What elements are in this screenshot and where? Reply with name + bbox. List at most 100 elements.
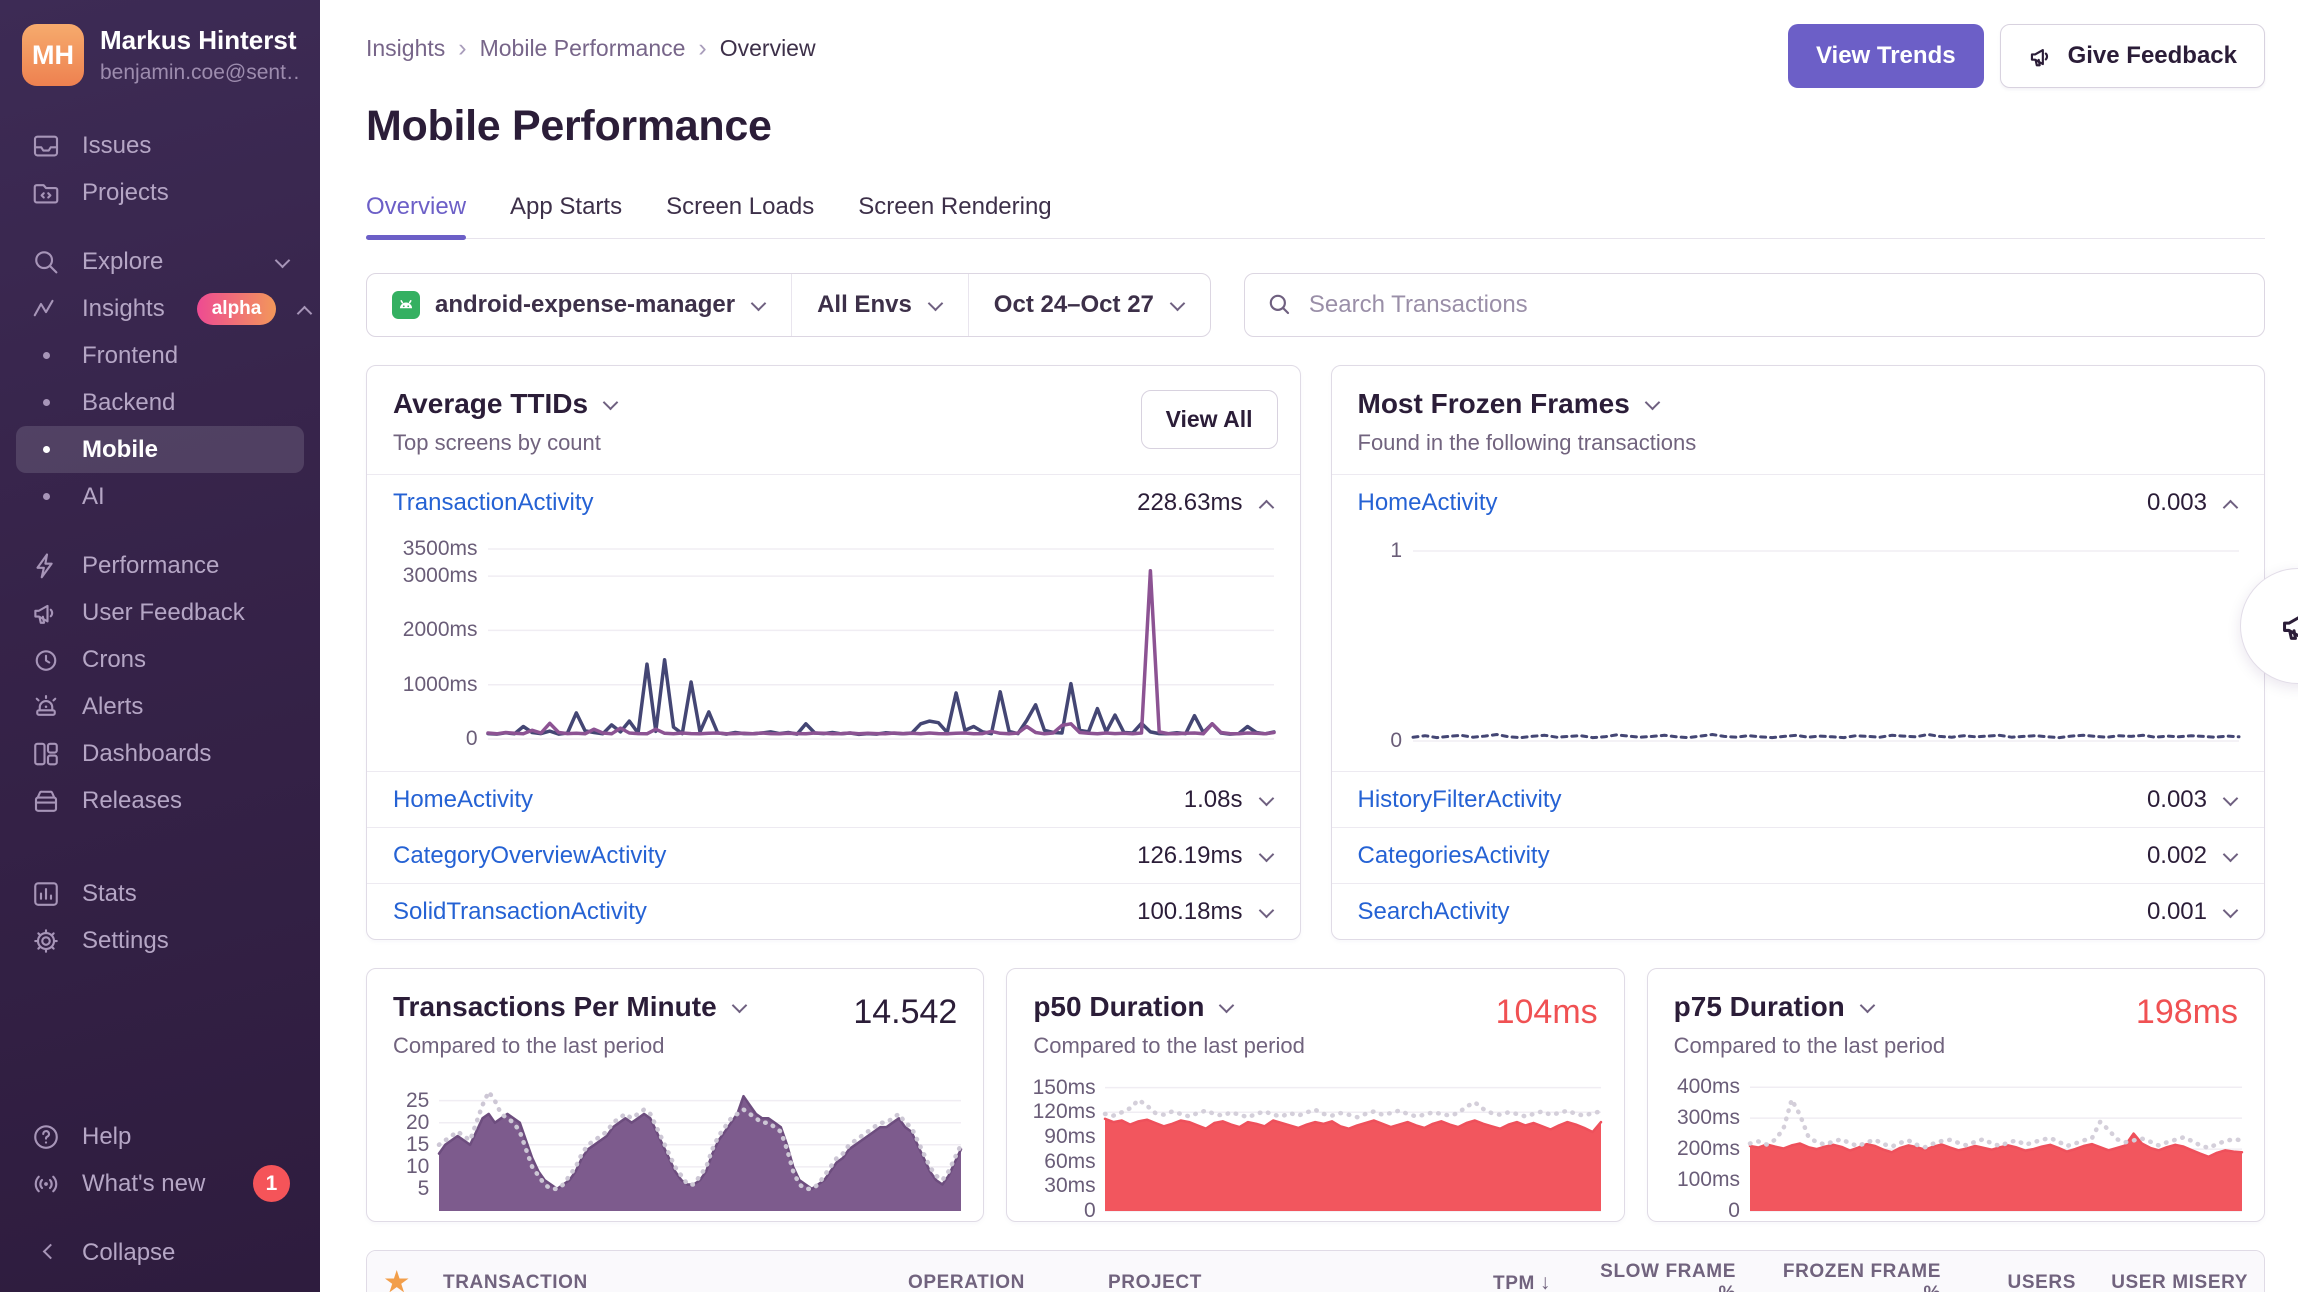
- col-transaction[interactable]: TRANSACTION: [427, 1272, 892, 1292]
- p50-title[interactable]: p50 Duration: [1033, 991, 1305, 1023]
- expand-row-icon[interactable]: [2222, 848, 2238, 864]
- chevron-down-icon: [731, 999, 747, 1015]
- dashboard-icon: [30, 738, 62, 770]
- sidebar-item-user-feedback[interactable]: User Feedback: [16, 589, 304, 636]
- lightning-icon: [30, 550, 62, 582]
- sidebar-item-label: Settings: [82, 927, 169, 955]
- date-range-selector[interactable]: Oct 24–Oct 27: [968, 274, 1210, 336]
- sidebar-item-performance[interactable]: Performance: [16, 542, 304, 589]
- header-actions: View Trends Give Feedback: [1788, 24, 2265, 88]
- tpm-title[interactable]: Transactions Per Minute: [393, 991, 747, 1023]
- sidebar-item-label: Dashboards: [82, 740, 211, 768]
- transaction-row: HomeActivity 1.08s: [367, 771, 1300, 827]
- chevron-down-icon: [750, 297, 766, 313]
- sidebar-item-dashboards[interactable]: Dashboards: [16, 730, 304, 777]
- sidebar-item-frontend[interactable]: Frontend: [16, 332, 304, 379]
- view-trends-button[interactable]: View Trends: [1788, 24, 1984, 88]
- transactions-table: ★ TRANSACTION OPERATION PROJECT TPM↓ SLO…: [366, 1250, 2265, 1292]
- sidebar-item-mobile[interactable]: Mobile: [16, 426, 304, 473]
- star-icon[interactable]: ★: [367, 1267, 427, 1292]
- breadcrumb-mobile-performance[interactable]: Mobile Performance: [480, 35, 686, 62]
- alpha-badge: alpha: [197, 293, 277, 325]
- sidebar-item-label: Mobile: [82, 436, 158, 464]
- sort-desc-icon: ↓: [1540, 1271, 1551, 1292]
- transaction-link[interactable]: TransactionActivity: [393, 489, 594, 517]
- transaction-link[interactable]: SearchActivity: [1358, 898, 1510, 926]
- sidebar-item-settings[interactable]: Settings: [16, 917, 304, 964]
- tab-screen-rendering[interactable]: Screen Rendering: [858, 193, 1051, 238]
- col-slow-frame[interactable]: SLOW FRAME %: [1567, 1261, 1752, 1292]
- col-user-misery[interactable]: USER MISERY: [2092, 1272, 2264, 1292]
- sidebar-item-help[interactable]: Help: [16, 1113, 304, 1160]
- expand-row-icon[interactable]: [2222, 792, 2238, 808]
- tab-overview[interactable]: Overview: [366, 193, 466, 238]
- broadcast-icon: [30, 1168, 62, 1200]
- user-name: Markus Hinterst…: [100, 25, 298, 56]
- col-tpm[interactable]: TPM↓: [1402, 1271, 1567, 1292]
- bullet-icon: [30, 387, 62, 419]
- transaction-link[interactable]: CategoriesActivity: [1358, 842, 1550, 870]
- search-icon: [30, 246, 62, 278]
- transaction-link[interactable]: HomeActivity: [1358, 489, 1498, 517]
- tpm-value: 14.542: [853, 993, 957, 1032]
- sidebar-item-label: Issues: [82, 132, 151, 160]
- sidebar-item-label: Crons: [82, 646, 146, 674]
- sidebar-item-stats[interactable]: Stats: [16, 870, 304, 917]
- sidebar-item-label: Projects: [82, 179, 169, 207]
- app-window: MH Markus Hinterst… benjamin.coe@sent… I…: [0, 0, 2298, 1292]
- tab-screen-loads[interactable]: Screen Loads: [666, 193, 814, 238]
- p75-title[interactable]: p75 Duration: [1674, 991, 1946, 1023]
- sidebar-nav: Issues Projects Explore Insights alpha F…: [16, 122, 304, 1276]
- projects-icon: [30, 177, 62, 209]
- user-menu[interactable]: MH Markus Hinterst… benjamin.coe@sent…: [16, 22, 304, 92]
- sidebar-item-ai[interactable]: AI: [16, 473, 304, 520]
- environment-selector[interactable]: All Envs: [791, 274, 968, 336]
- sidebar-item-backend[interactable]: Backend: [16, 379, 304, 426]
- col-project[interactable]: PROJECT: [1092, 1272, 1402, 1292]
- give-feedback-button[interactable]: Give Feedback: [2000, 24, 2265, 88]
- expand-row-icon[interactable]: [1258, 792, 1274, 808]
- page-filters: android-expense-manager All Envs Oct 24–…: [366, 273, 1211, 337]
- sidebar-collapse-button[interactable]: Collapse: [16, 1229, 304, 1276]
- chevron-down-icon: [274, 254, 290, 270]
- expand-row-icon[interactable]: [1258, 904, 1274, 920]
- tab-app-starts[interactable]: App Starts: [510, 193, 622, 238]
- card-header: Average TTIDs Top screens by count View …: [367, 366, 1300, 474]
- sidebar-item-issues[interactable]: Issues: [16, 122, 304, 169]
- sidebar-item-insights[interactable]: Insights alpha: [16, 285, 304, 332]
- project-selector[interactable]: android-expense-manager: [367, 274, 791, 336]
- search-transactions-input[interactable]: [1309, 291, 2242, 319]
- expand-row-icon[interactable]: [2222, 904, 2238, 920]
- transaction-link[interactable]: CategoryOverviewActivity: [393, 842, 666, 870]
- sidebar-item-explore[interactable]: Explore: [16, 238, 304, 285]
- expand-row-icon[interactable]: [1258, 848, 1274, 864]
- chevron-down-icon: [1644, 396, 1660, 412]
- transaction-link[interactable]: SolidTransactionActivity: [393, 898, 647, 926]
- p50-value: 104ms: [1496, 993, 1598, 1032]
- transaction-row: SolidTransactionActivity 100.18ms: [367, 883, 1300, 939]
- sidebar-item-whats-new[interactable]: What's new 1: [16, 1160, 304, 1207]
- sidebar-item-label: Insights: [82, 295, 165, 323]
- card-subtitle: Found in the following transactions: [1358, 430, 2239, 456]
- megaphone-icon: [30, 597, 62, 629]
- sidebar-item-projects[interactable]: Projects: [16, 169, 304, 216]
- collapse-row-icon[interactable]: [2222, 495, 2238, 511]
- transaction-link[interactable]: HistoryFilterActivity: [1358, 786, 1562, 814]
- sidebar-item-alerts[interactable]: Alerts: [16, 683, 304, 730]
- sidebar-item-label: What's new: [82, 1170, 205, 1198]
- col-users[interactable]: USERS: [1957, 1272, 2092, 1292]
- col-frozen-frame[interactable]: FROZEN FRAME %: [1752, 1261, 1957, 1292]
- sidebar-item-releases[interactable]: Releases: [16, 777, 304, 824]
- transaction-link[interactable]: HomeActivity: [393, 786, 533, 814]
- issues-icon: [30, 130, 62, 162]
- ttid-chart: 3500ms3000ms2000ms1000ms0: [393, 537, 1274, 759]
- most-frozen-frames-title[interactable]: Most Frozen Frames: [1358, 388, 2239, 420]
- clock-icon: [30, 644, 62, 676]
- main-content: Insights › Mobile Performance › Overview…: [320, 0, 2298, 1292]
- col-operation[interactable]: OPERATION: [892, 1272, 1092, 1292]
- breadcrumb-overview: Overview: [720, 35, 816, 62]
- collapse-row-icon[interactable]: [1258, 495, 1274, 511]
- breadcrumb-insights[interactable]: Insights: [366, 35, 445, 62]
- sidebar-item-crons[interactable]: Crons: [16, 636, 304, 683]
- view-all-button[interactable]: View All: [1141, 390, 1278, 449]
